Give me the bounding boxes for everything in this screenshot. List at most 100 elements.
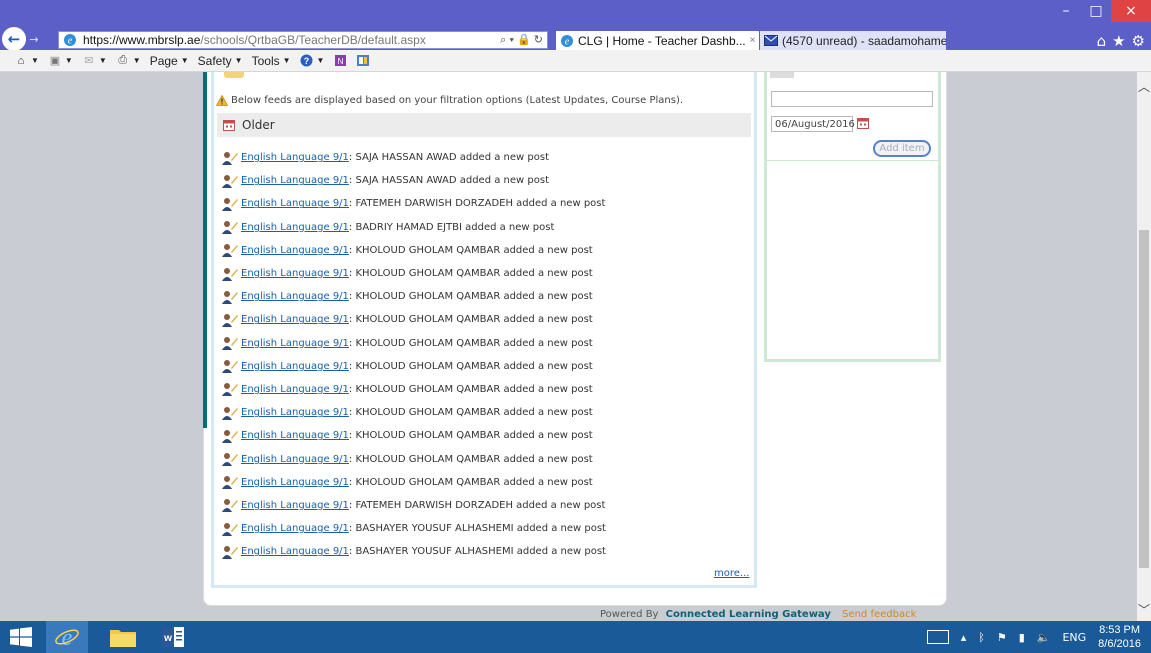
taskbar-file-explorer[interactable] — [102, 621, 144, 653]
tab-clg-home[interactable]: e CLG | Home - Teacher Dashb... × — [556, 31, 759, 50]
calendar-icon[interactable] — [857, 117, 869, 129]
feed-item-text: : KHOLOUD GHOLAM QAMBAR added a new post — [348, 476, 593, 488]
scrollbar-thumb[interactable] — [1139, 230, 1149, 568]
clock-date: 8/6/2016 — [1098, 638, 1141, 650]
feed-item-text: : KHOLOUD GHOLAM QAMBAR added a new post — [348, 407, 593, 419]
scroll-down-icon[interactable]: ﹀ — [1137, 601, 1151, 617]
tools-menu[interactable]: Tools ▼ — [252, 54, 291, 68]
filter-notice: Below feeds are displayed based on your … — [216, 92, 683, 108]
calendar-icon — [223, 120, 235, 131]
rss-icon: ▣ — [49, 55, 61, 67]
more-link[interactable]: more... — [714, 568, 749, 579]
course-link[interactable]: English Language 9/1 — [241, 245, 349, 256]
command-bar: ⌂ ▼ ▣ ▼ ✉ ▼ ⎙ ▼ Page ▼ Safety ▼ Tools ▼ ? ▼ N — [0, 50, 1151, 72]
feed-item: English Language 9/1: SAJA HASSAN AWAD a… — [222, 169, 742, 192]
course-link[interactable]: English Language 9/1 — [241, 546, 349, 557]
send-feedback-link[interactable]: Send feedback — [842, 609, 916, 620]
scroll-up-icon[interactable]: ︿ — [1137, 78, 1151, 94]
tools-menu-label: Tools — [251, 53, 280, 68]
add-item-button[interactable]: Add item — [873, 140, 931, 157]
tab-mail[interactable]: (4570 unread) - saadamohame... — [760, 31, 946, 50]
course-link[interactable]: English Language 9/1 — [241, 523, 349, 534]
item-title-input[interactable] — [771, 91, 933, 107]
page-menu[interactable]: Page ▼ — [150, 54, 189, 68]
feeds-menu[interactable]: ▣ ▼ — [48, 54, 73, 68]
maximize-button[interactable]: □ — [1081, 0, 1111, 22]
user-post-icon — [222, 522, 238, 536]
address-controls[interactable]: ⌕ ▾ 🔒 ↻ — [500, 32, 543, 48]
warning-icon — [216, 94, 228, 106]
user-post-icon — [222, 453, 238, 467]
mail-icon — [764, 35, 778, 47]
bluetooth-icon[interactable]: ᛒ — [978, 631, 985, 644]
course-link[interactable]: English Language 9/1 — [241, 152, 349, 163]
research-button[interactable] — [356, 54, 370, 68]
close-button[interactable]: × — [1111, 0, 1151, 22]
user-post-icon — [222, 545, 238, 559]
course-link[interactable]: English Language 9/1 — [241, 500, 349, 511]
research-icon — [356, 54, 370, 68]
touch-keyboard-icon[interactable] — [926, 630, 949, 644]
feed-item: English Language 9/1: KHOLOUD GHOLAM QAM… — [222, 424, 742, 447]
show-hidden-icons-icon[interactable]: ▴ — [961, 631, 967, 644]
read-mail-menu[interactable]: ✉ ▼ — [82, 54, 107, 68]
taskbar-ie[interactable]: e — [46, 621, 88, 653]
onenote-button[interactable]: N — [333, 54, 347, 68]
system-tray: ▴ ᛒ ⚑ ▮ 🔈 ENG 8:53 PM 8/6/2016 — [926, 621, 1151, 653]
minimize-button[interactable]: – — [1051, 0, 1081, 22]
url-host: https://www.mbrslp.ae — [83, 33, 201, 47]
home-menu[interactable]: ⌂ ▼ — [14, 54, 39, 68]
feed-item: English Language 9/1: BASHAYER YOUSUF AL… — [222, 540, 742, 563]
input-language[interactable]: ENG — [1062, 631, 1086, 644]
feed-item-text: : BASHAYER YOUSUF ALHASHEMI added a new … — [348, 546, 606, 558]
user-post-icon — [222, 174, 238, 188]
course-link[interactable]: English Language 9/1 — [241, 268, 349, 279]
print-menu[interactable]: ⎙ ▼ — [116, 54, 140, 68]
home-icon[interactable]: ⌂ — [1097, 32, 1107, 50]
address-bar[interactable]: e https://www.mbrslp.ae/schools/QrtbaGB/… — [58, 31, 548, 49]
course-link[interactable]: English Language 9/1 — [241, 430, 349, 441]
feed-item: English Language 9/1: BASHAYER YOUSUF AL… — [222, 517, 742, 540]
course-link[interactable]: English Language 9/1 — [241, 175, 349, 186]
left-accent-bar — [203, 72, 207, 428]
feed-item-text: : KHOLOUD GHOLAM QAMBAR added a new post — [348, 383, 593, 395]
action-center-flag-icon[interactable]: ⚑ — [997, 631, 1007, 644]
user-post-icon — [222, 221, 238, 235]
safety-menu[interactable]: Safety ▼ — [198, 54, 243, 68]
brand-name: Connected Learning Gateway — [665, 609, 831, 620]
volume-icon[interactable]: 🔈 — [1037, 631, 1051, 644]
feed-item: English Language 9/1: KHOLOUD GHOLAM QAM… — [222, 308, 742, 331]
course-link[interactable]: English Language 9/1 — [241, 222, 349, 233]
feed-item-text: : KHOLOUD GHOLAM QAMBAR added a new post — [348, 430, 593, 442]
date-field[interactable]: 06/August/2016 — [771, 116, 855, 132]
page-footer: Powered By Connected Learning Gateway Se… — [600, 609, 960, 621]
back-button[interactable]: ← — [2, 27, 26, 51]
network-signal-icon[interactable]: ▮ — [1019, 631, 1025, 644]
course-link[interactable]: English Language 9/1 — [241, 454, 349, 465]
course-link[interactable]: English Language 9/1 — [241, 384, 349, 395]
feed-item: English Language 9/1: KHOLOUD GHOLAM QAM… — [222, 378, 742, 401]
course-link[interactable]: English Language 9/1 — [241, 198, 349, 209]
powered-by-label: Powered By — [600, 609, 659, 620]
course-link[interactable]: English Language 9/1 — [241, 338, 349, 349]
course-link[interactable]: English Language 9/1 — [241, 477, 349, 488]
favorites-icon[interactable]: ★ — [1112, 32, 1125, 50]
vertical-scrollbar[interactable]: ︿ ﹀ — [1137, 72, 1151, 621]
settings-icon[interactable]: ⚙ — [1132, 32, 1145, 50]
help-menu[interactable]: ? ▼ — [300, 54, 324, 68]
course-link[interactable]: English Language 9/1 — [241, 314, 349, 325]
course-link[interactable]: English Language 9/1 — [241, 407, 349, 418]
feed-item: English Language 9/1: KHOLOUD GHOLAM QAM… — [222, 471, 742, 494]
tab-close-icon[interactable]: × — [750, 35, 756, 46]
user-post-icon — [222, 290, 238, 304]
taskbar-word[interactable]: w — [152, 621, 194, 653]
clock[interactable]: 8:53 PM 8/6/2016 — [1098, 623, 1141, 651]
course-link[interactable]: English Language 9/1 — [241, 361, 349, 372]
user-post-icon — [222, 406, 238, 420]
forward-button[interactable]: → — [27, 32, 41, 46]
user-post-icon — [222, 337, 238, 351]
user-post-icon — [222, 313, 238, 327]
windows-start-icon[interactable] — [10, 627, 32, 647]
user-post-icon — [222, 476, 238, 490]
course-link[interactable]: English Language 9/1 — [241, 291, 349, 302]
